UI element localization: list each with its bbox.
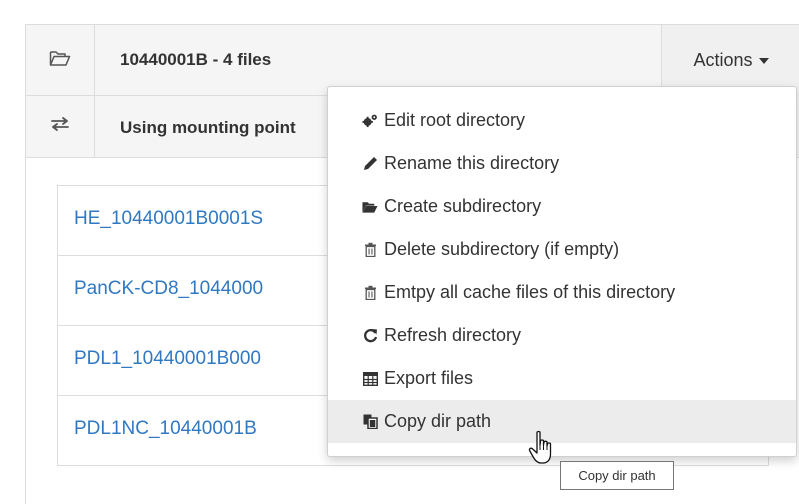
menu-item-label: Create subdirectory	[384, 196, 542, 216]
menu-item-label: Refresh directory	[384, 325, 522, 345]
actions-label: Actions	[693, 50, 753, 70]
refresh-icon	[362, 328, 378, 344]
file-link[interactable]: PDL1_10440001B000	[74, 348, 261, 370]
folder-title: 10440001B - 4 files	[120, 50, 272, 69]
folder-open-icon	[362, 199, 378, 215]
hand-pointer-cursor-icon	[528, 430, 558, 471]
menu-item-label: Rename this directory	[384, 153, 560, 173]
folder-icon-cell	[26, 25, 95, 95]
menu-item-copy-dir-path[interactable]: Copy dir path	[328, 400, 796, 443]
file-link[interactable]: HE_10440001B0001S	[74, 208, 263, 230]
menu-item-label: Export files	[384, 368, 474, 388]
menu-item-delete-subdirectory[interactable]: Delete subdirectory (if empty)	[328, 228, 796, 271]
menu-item-refresh-directory[interactable]: Refresh directory	[328, 314, 796, 357]
copy-icon	[362, 414, 378, 430]
menu-item-export-files[interactable]: Export files	[328, 357, 796, 400]
trash-icon	[362, 285, 378, 301]
menu-item-label: Emtpy all cache files of this directory	[384, 282, 676, 302]
exchange-icon	[50, 116, 70, 137]
trash-icon	[362, 242, 378, 258]
actions-dropdown-menu: Edit root directory Rename this director…	[327, 86, 797, 457]
menu-item-empty-cache[interactable]: Emtpy all cache files of this directory	[328, 271, 796, 314]
caret-down-icon	[758, 57, 769, 64]
cogs-icon	[362, 113, 378, 129]
menu-item-rename-directory[interactable]: Rename this directory	[328, 142, 796, 185]
mount-point-text: Using mounting point	[120, 118, 296, 137]
menu-item-create-subdirectory[interactable]: Create subdirectory	[328, 185, 796, 228]
menu-item-label: Edit root directory	[384, 110, 526, 130]
folder-open-icon	[49, 49, 71, 72]
table-icon	[362, 371, 378, 387]
tooltip: Copy dir path	[560, 461, 674, 490]
pencil-icon	[362, 156, 378, 172]
file-link[interactable]: PanCK-CD8_1044000	[74, 278, 263, 300]
menu-item-edit-root-directory[interactable]: Edit root directory	[328, 99, 796, 142]
exchange-icon-cell	[26, 96, 95, 157]
file-link[interactable]: PDL1NC_10440001B	[74, 418, 257, 440]
menu-item-label: Delete subdirectory (if empty)	[384, 239, 620, 259]
menu-item-label: Copy dir path	[384, 411, 492, 431]
